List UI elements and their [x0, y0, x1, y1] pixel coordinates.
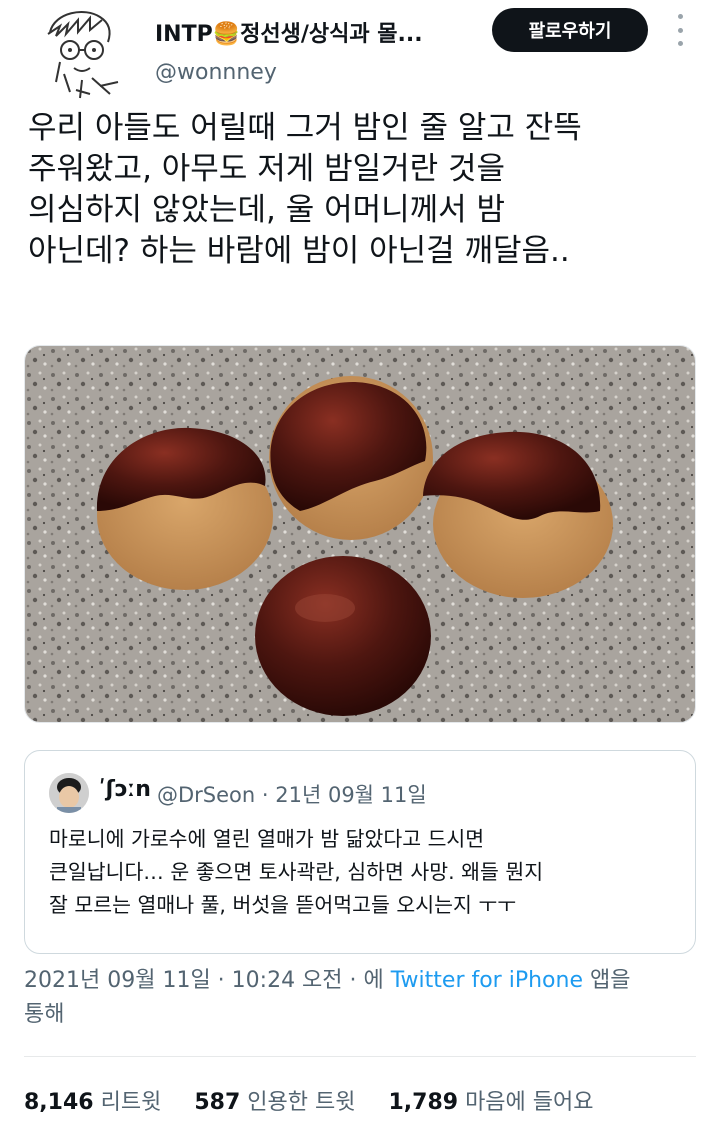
quote-avatar[interactable]: [49, 773, 89, 813]
tweet-line: 주워왔고, 아무도 저게 밤일거란 것을: [28, 151, 506, 187]
timestamp-suffix: 앱을: [582, 968, 631, 993]
quote-count[interactable]: 587 인용한 트윗: [194, 1084, 355, 1116]
like-count[interactable]: 1,789 마음에 들어요: [388, 1084, 593, 1116]
user-handle[interactable]: @wonnney: [155, 60, 277, 85]
tweet-header: INTP🍔정선생/상식과 몰... @wonnney 팔로우하기: [0, 0, 720, 110]
tweet-line: 우리 아들도 어릴때 그거 밤인 줄 알고 잔뜩: [28, 110, 582, 146]
quote-line: 잘 모르는 열매나 풀, 버섯을 뜯어먹고들 오시는지 ㅜㅜ: [49, 893, 517, 917]
tweet-line: 의심하지 않았는데, 울 어머니께서 밤: [28, 192, 506, 228]
stat-number: 587: [194, 1090, 241, 1115]
avatar[interactable]: [30, 2, 134, 106]
more-dots-icon[interactable]: [672, 14, 688, 46]
tweet-text: 우리 아들도 어릴때 그거 밤인 줄 알고 잔뜩 주워왔고, 아무도 저게 밤일…: [28, 108, 708, 272]
stat-number: 8,146: [24, 1090, 94, 1115]
stat-label: 리트윗: [100, 1090, 162, 1115]
tweet-line: 아닌데? 하는 바람에 밤이 아닌걸 깨달음..: [28, 233, 570, 269]
retweet-count[interactable]: 8,146 리트윗: [24, 1084, 161, 1116]
quoted-tweet[interactable]: ʹʃɔːn @DrSeon · 21년 09월 11일 마로니에 가로수에 열린…: [24, 750, 696, 954]
tweet-timestamp: 2021년 09월 11일 · 10:24 오전 · 에 Twitter for…: [24, 964, 704, 1032]
stat-number: 1,789: [388, 1090, 459, 1115]
quote-meta: @DrSeon · 21년 09월 11일: [157, 783, 427, 807]
quote-line: 마로니에 가로수에 열린 열매가 밤 닮았다고 드시면: [49, 827, 485, 851]
quote-body: 마로니에 가로수에 열린 열매가 밤 닮았다고 드시면 큰일납니다… 운 좋으면…: [49, 823, 685, 922]
source-link[interactable]: Twitter for iPhone: [391, 968, 583, 993]
tweet-stats: 8,146 리트윗 587 인용한 트윗 1,789 마음에 들어요: [24, 1084, 714, 1116]
tweet-photo[interactable]: [24, 345, 696, 723]
quote-display-name[interactable]: ʹʃɔːn: [99, 777, 151, 802]
stat-label: 인용한 트윗: [247, 1090, 356, 1115]
display-name[interactable]: INTP🍔정선생/상식과 몰...: [155, 16, 465, 48]
stat-label: 마음에 들어요: [465, 1090, 594, 1115]
timestamp-text: 2021년 09월 11일 · 10:24 오전 · 에: [24, 968, 391, 993]
timestamp-line2: 통해: [24, 1002, 65, 1027]
quote-line: 큰일납니다… 운 좋으면 토사곽란, 심하면 사망. 왜들 뭔지: [49, 860, 544, 884]
divider: [24, 1056, 696, 1057]
follow-button[interactable]: 팔로우하기: [492, 8, 648, 52]
